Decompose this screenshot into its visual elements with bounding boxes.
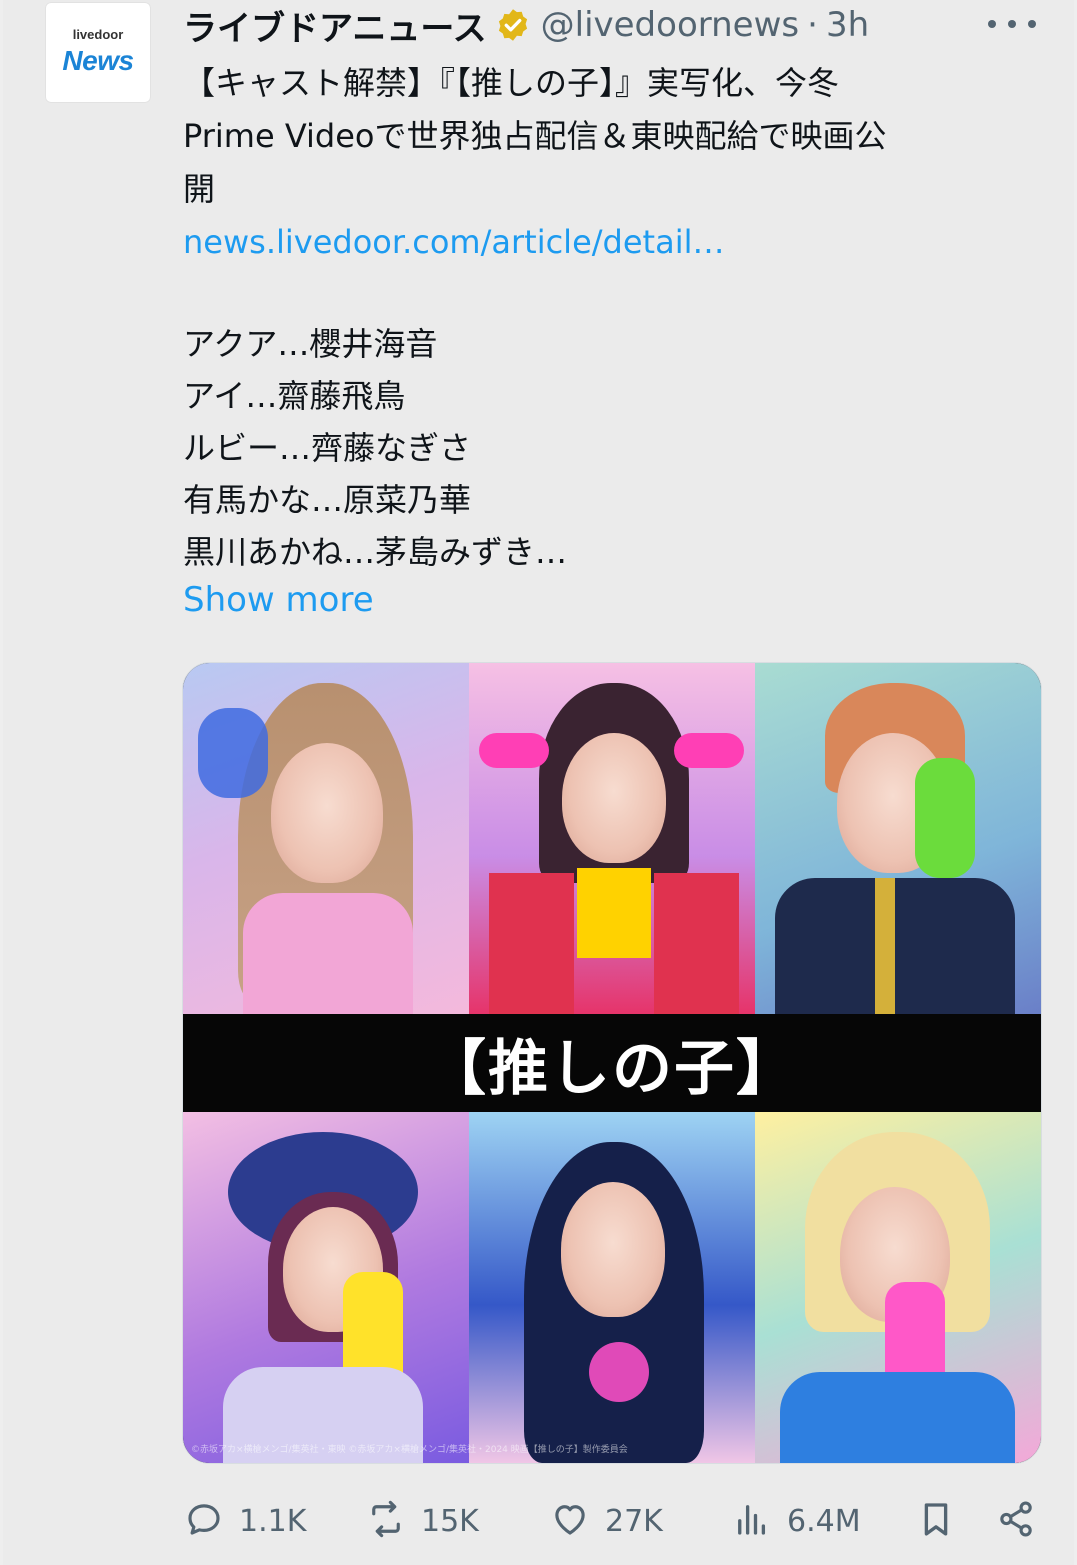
bookmark-icon xyxy=(915,1498,957,1544)
tweet-body: 【キャスト解禁】『【推しの子】』実写化、今冬 Prime Videoで世界独占配… xyxy=(183,57,1033,269)
media-image[interactable]: 【推しの子】 ©赤坂アカ×横槍メンゴ/集英社・東映 ©赤坂アカ×横槍メンゴ/集英… xyxy=(182,662,1042,1464)
cast-line: アクア…櫻井海音 xyxy=(183,325,438,363)
cast-photo-ruby xyxy=(183,1112,469,1463)
movie-title-band: 【推しの子】 xyxy=(183,1014,1041,1112)
cast-line: 有馬かな…原菜乃華 xyxy=(183,481,472,519)
handle[interactable]: @livedoornews xyxy=(541,5,800,45)
verified-badge-icon xyxy=(495,7,531,43)
action-bar: 1.1K 15K 27K 6.4M xyxy=(3,1490,1077,1552)
avatar-logo-bottom: News xyxy=(62,45,134,76)
more-options-icon[interactable] xyxy=(988,6,1036,42)
cast-photo-akane xyxy=(469,1112,755,1463)
movie-title: 【推しの子】 xyxy=(426,1033,798,1104)
repost-icon xyxy=(365,1498,407,1544)
heart-icon xyxy=(549,1498,591,1544)
repost-count: 15K xyxy=(421,1503,479,1539)
cast-line: ルビー…齊藤なぎさ xyxy=(183,429,472,467)
repost-button[interactable]: 15K xyxy=(365,1490,479,1552)
avatar-logo-top: livedoor xyxy=(72,27,124,42)
views-button[interactable]: 6.4M xyxy=(731,1490,861,1552)
cast-photo-kana xyxy=(183,663,469,1014)
bar-chart-icon xyxy=(731,1498,773,1544)
show-more-link[interactable]: Show more xyxy=(183,580,374,620)
bookmark-button[interactable] xyxy=(915,1490,957,1552)
reply-button[interactable]: 1.1K xyxy=(183,1490,306,1552)
headline-line-1: 【キャスト解禁】『【推しの子】』実写化、今冬 xyxy=(183,64,840,102)
copyright-credit: ©赤坂アカ×横槍メンゴ/集英社・東映 ©赤坂アカ×横槍メンゴ/集英社・2024 … xyxy=(191,1445,628,1455)
tweet-header: ライブドアニュース @livedoornews · 3h xyxy=(183,4,869,49)
views-count: 6.4M xyxy=(787,1503,861,1539)
article-link[interactable]: news.livedoor.com/article/detail… xyxy=(183,216,1033,269)
separator: · xyxy=(807,5,818,45)
share-button[interactable] xyxy=(995,1490,1037,1552)
headline-line-2: Prime Videoで世界独占配信＆東映配給で映画公 xyxy=(183,117,887,155)
avatar[interactable]: livedoor News xyxy=(45,2,151,103)
cast-photo-mem xyxy=(755,1112,1041,1463)
cast-line: アイ…齋藤飛鳥 xyxy=(183,377,406,415)
cast-photo-aqua xyxy=(755,663,1041,1014)
reply-icon xyxy=(183,1498,225,1544)
like-count: 27K xyxy=(605,1503,663,1539)
like-button[interactable]: 27K xyxy=(549,1490,663,1552)
reply-count: 1.1K xyxy=(239,1503,307,1539)
cast-photo-ai xyxy=(469,663,755,1014)
cast-list: アクア…櫻井海音 アイ…齋藤飛鳥 ルビー…齊藤なぎさ 有馬かな…原菜乃華 黒川あ… xyxy=(183,318,567,578)
cast-line: 黒川あかね…茅島みずき… xyxy=(183,533,568,571)
tweet-card: livedoor News ライブドアニュース @livedoornews · … xyxy=(3,0,1074,1565)
display-name[interactable]: ライブドアニュース xyxy=(183,1,487,50)
timestamp[interactable]: 3h xyxy=(826,5,869,45)
headline-line-3: 開 xyxy=(183,170,216,208)
share-icon xyxy=(995,1498,1037,1544)
